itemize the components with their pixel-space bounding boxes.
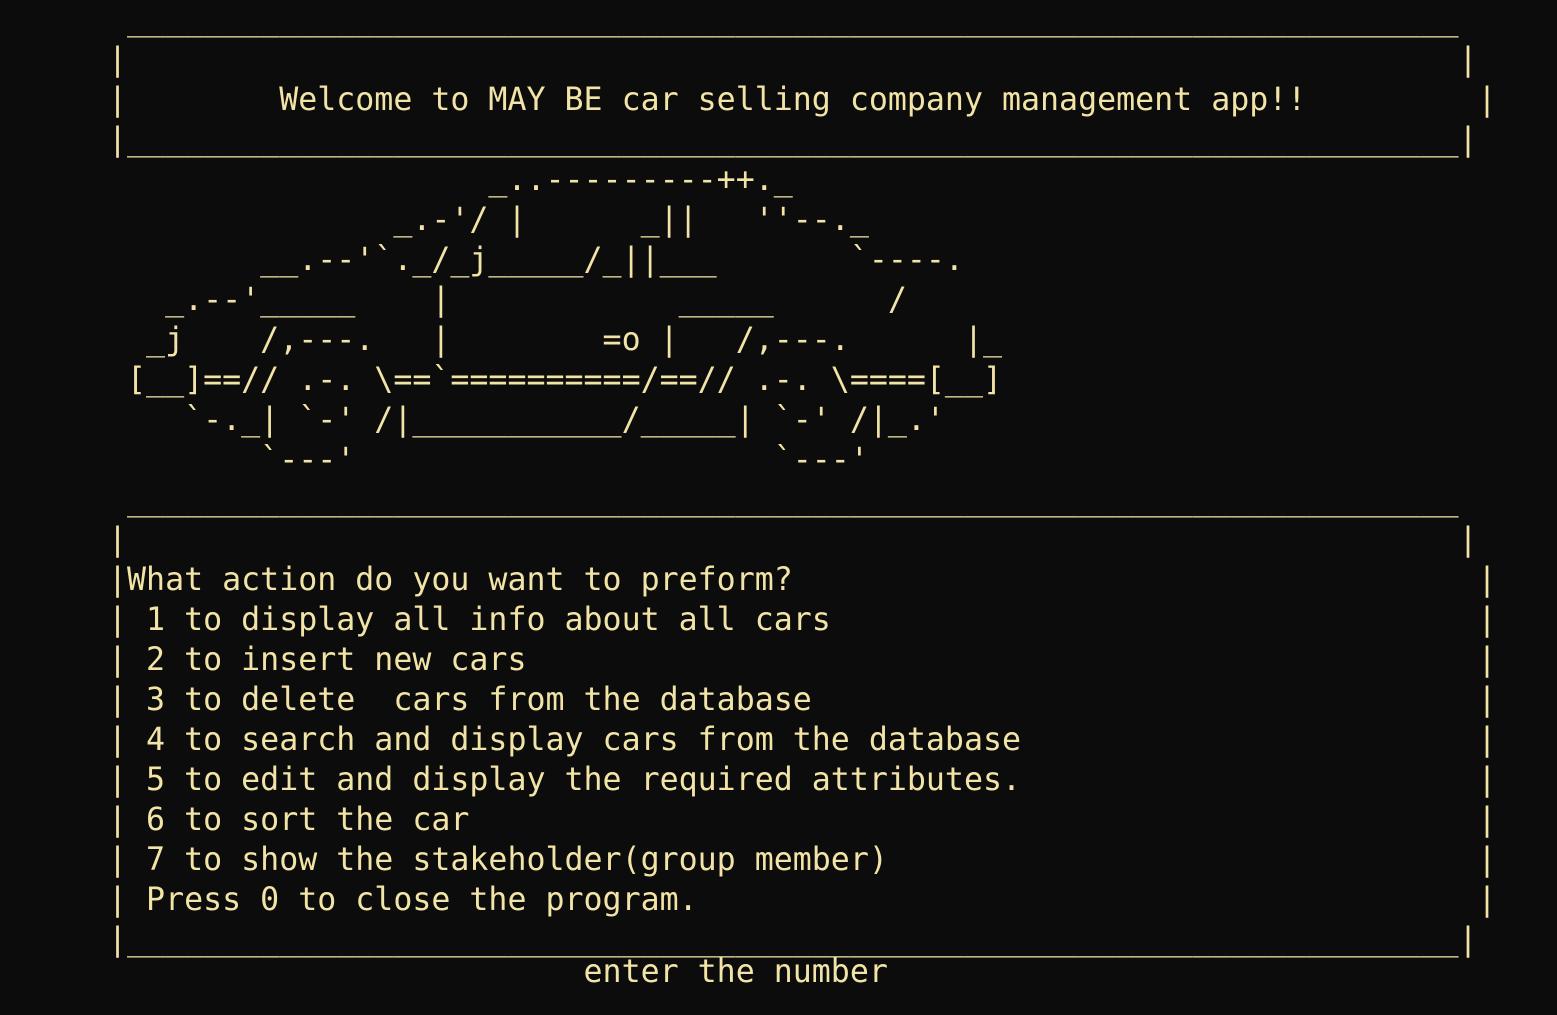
car-art-line: _j /,---. | =o | /,---. |_ <box>108 322 1002 358</box>
menu-border-empty: | | <box>108 522 1478 558</box>
banner-title: | Welcome to MAY BE car selling company … <box>108 82 1497 118</box>
car-art-line: `-._| `-' /|___________/_____| `-' /|_.' <box>108 402 945 438</box>
menu-option-delete: | 3 to delete cars from the database | <box>108 682 1497 718</box>
banner-border-empty: | | <box>108 42 1478 78</box>
prompt-text: enter the number <box>108 954 888 990</box>
menu-option-stakeholder: | 7 to show the stakeholder(group member… <box>108 842 1497 878</box>
car-art-line: [__]==// .-. \==`==========/==// .-. \==… <box>108 362 1002 398</box>
menu-border-top: ________________________________________… <box>108 482 1459 518</box>
console-window[interactable]: ________________________________________… <box>0 0 1557 1015</box>
car-art-line: `---' `---' <box>108 442 869 478</box>
car-art-line: _.-'/ | _|| ''--._ <box>108 202 869 238</box>
car-ascii-art: _..---------++._ _.-'/ | _|| ''--._ __.-… <box>108 160 1002 480</box>
menu-option-search: | 4 to search and display cars from the … <box>108 722 1497 758</box>
menu-option-insert: | 2 to insert new cars | <box>108 642 1497 678</box>
banner-border-top: ________________________________________… <box>108 2 1459 38</box>
car-art-line: _.--'_____ | _____ / <box>108 282 907 318</box>
banner-border-bottom: |_______________________________________… <box>108 122 1478 158</box>
menu-option-sort: | 6 to sort the car | <box>108 802 1497 838</box>
input-prompt[interactable]: enter the number <box>108 952 888 992</box>
menu-option-display-all: | 1 to display all info about all cars | <box>108 602 1497 638</box>
menu-question: |What action do you want to preform? | <box>108 562 1497 598</box>
action-menu: ________________________________________… <box>108 480 1497 960</box>
car-art-line: _..---------++._ <box>108 162 793 198</box>
car-art-line: __.--'`._/_j_____/_||___ `----. <box>108 242 964 278</box>
menu-option-close: | Press 0 to close the program. | <box>108 882 1497 918</box>
menu-option-edit: | 5 to edit and display the required att… <box>108 762 1497 798</box>
welcome-banner: ________________________________________… <box>108 0 1497 160</box>
